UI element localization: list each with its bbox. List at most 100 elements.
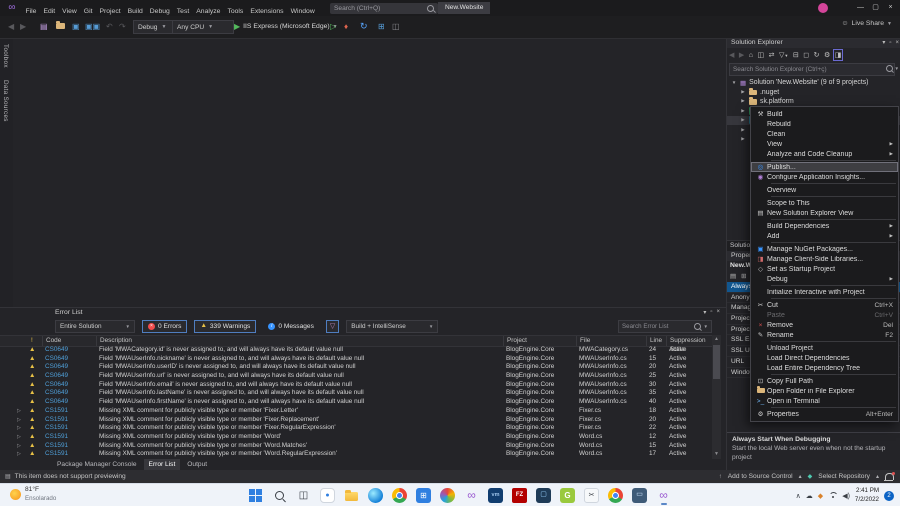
error-row-cs1591-15-word-cs[interactable]: ▷▲CS1591Missing XML comment for publicly… [0,442,712,451]
menu-item-debug[interactable]: Debug▶ [751,274,898,284]
menu-extensions[interactable]: Extensions [247,4,287,16]
menu-git[interactable]: Git [80,4,96,16]
error-row-cs1591-17-word-cs[interactable]: ▷▲CS1591Missing XML comment for publicly… [0,450,712,459]
menu-item-clean[interactable]: Clean [751,129,898,139]
scope-dropdown[interactable]: Entire Solution ▼ [55,320,135,333]
expand-icon[interactable]: ▷ [17,433,25,442]
tree-item-sk-platform[interactable]: ▶sk.platform [727,97,900,106]
error-list-search[interactable]: ▼ [618,320,712,333]
wifi-icon[interactable] [828,492,837,499]
browser-preview-icon[interactable]: ◫ [392,20,400,33]
error-row-cs0649-15-mwauserinfo-cs[interactable]: ▲CS0649Field 'MWAUserInfo.nickname' is n… [0,355,712,364]
expand-icon[interactable]: ▷ [17,450,25,459]
scrollbar-thumb[interactable] [713,345,720,379]
multi-environment-filter-button[interactable]: ▽ [326,320,339,333]
taskbar-icon-filezilla[interactable]: FZ [511,486,528,505]
menu-item-build-dependencies[interactable]: Build Dependencies▶ [751,221,898,231]
new-project-icon[interactable]: ▤ [40,20,48,33]
run-button[interactable]: ▶ IIS Express (Microsoft Edge) ▼ [234,20,338,33]
menu-item-load-direct-dependencies[interactable]: Load Direct Dependencies [751,353,898,363]
menu-project[interactable]: Project [96,4,124,16]
expand-icon[interactable]: ▷ [17,407,25,416]
menu-item-load-entire-dependency-tree[interactable]: Load Entire Dependency Tree [751,363,898,373]
taskbar-icon-chrome[interactable] [391,486,408,505]
alphabetical-icon[interactable]: ⊞ [741,272,746,280]
error-row-cs0649-20-mwauserinfo-cs[interactable]: ▲CS0649Field 'MWAUserInfo.userID' is nev… [0,363,712,372]
error-row-cs1591-12-word-cs[interactable]: ▷▲CS1591Missing XML comment for publicly… [0,433,712,442]
menu-item-open-folder-in-file-explorer[interactable]: Open Folder in File Explorer [751,386,898,396]
start-without-debugging-icon[interactable]: ▷ [330,20,336,33]
select-repository-button[interactable]: Select Repository [818,473,870,480]
taskbar-icon-remote-desktop[interactable]: ▭ [631,486,648,505]
column-header-line[interactable]: Line [646,336,666,346]
menu-item-new-solution-explorer-view[interactable]: ▤New Solution Explorer View [751,208,898,218]
column-header-file[interactable]: File [576,336,646,346]
menu-item-analyze-and-code-cleanup[interactable]: Analyze and Code Cleanup▶ [751,149,898,159]
chevron-down-icon[interactable]: ▼ [704,324,708,329]
pin-icon[interactable]: ▫ [889,38,891,48]
taskbar-icon-file-explorer[interactable] [343,486,360,505]
error-row-cs0649-40-mwauserinfo-cs[interactable]: ▲CS0649Field 'MWAUserInfo.firstName' is … [0,398,712,407]
categorized-icon[interactable]: ▤ [730,272,736,280]
source-filter-dropdown[interactable]: Build + IntelliSense ▼ [346,320,438,333]
error-row-cs0649-25-mwauserinfo-cs[interactable]: ▲CS0649Field 'MWAUserInfo.url' is never … [0,372,712,381]
restart-icon[interactable]: ↻ [360,20,368,33]
weather-widget[interactable]: 81°F Ensolarado [10,486,56,502]
notification-count-badge[interactable]: 2 [884,491,894,501]
menu-item-publish[interactable]: ◎Publish... [751,162,898,172]
preview-selected-items-icon[interactable]: ◨ [835,51,842,59]
dock-tab-output[interactable]: Output [182,459,212,470]
tree-item-solution-new-website-9-of-9-projects[interactable]: ▼▦Solution 'New.Website' (9 of 9 project… [727,78,900,87]
taskbar-icon-visual-studio[interactable]: ∞ [463,486,480,505]
menu-item-add[interactable]: Add▶ [751,231,898,241]
taskbar-icon-photos[interactable] [439,486,456,505]
taskbar-clock[interactable]: 2:41 PM 7/2/2022 [855,487,879,503]
navigate-back-icon[interactable]: ◀ [8,20,14,33]
taskbar-icon-snipping-tool[interactable]: ✂ [583,486,600,505]
refresh-icon[interactable]: ↻ [814,51,820,59]
chevron-right-icon[interactable]: ▶ [740,127,746,133]
solution-explorer-search-input[interactable] [733,66,891,73]
menu-window[interactable]: Window [287,4,318,16]
taskbar-icon-greenshot[interactable]: G [559,486,576,505]
menu-item-overview[interactable]: Overview [751,185,898,195]
taskbar-icon-start[interactable] [247,486,264,505]
filter-icon[interactable]: ▽▼ [779,51,788,59]
error-row-cs0649-30-mwauserinfo-cs[interactable]: ▲CS0649Field 'MWAUserInfo.email' is neve… [0,381,712,390]
error-row-cs0649-35-mwauserinfo-cs[interactable]: ▲CS0649Field 'MWAUserInfo.lastName' is n… [0,389,712,398]
show-all-files-icon[interactable]: ◻ [803,51,809,59]
side-tab-toolbox[interactable]: Toolbox [0,38,12,74]
show-hidden-icons-chevron[interactable]: ∧ [796,492,801,500]
column-header-suppression-state[interactable]: Suppression State [666,336,712,346]
menu-item-manage-nuget-packages[interactable]: ▣Manage NuGet Packages... [751,244,898,254]
menu-item-manage-client-side-libraries[interactable]: ◨Manage Client-Side Libraries... [751,254,898,264]
error-list-search-input[interactable] [622,323,691,330]
onedrive-cloud-icon[interactable]: ☁ [806,492,813,500]
windows-security-icon[interactable]: ◆ [818,492,823,500]
menu-item-copy-full-path[interactable]: ⊡Copy Full Path [751,376,898,386]
menu-item-configure-application-insights[interactable]: ◉Configure Application Insights... [751,172,898,182]
chevron-right-icon[interactable]: ▶ [740,98,746,104]
switch-views-icon[interactable]: ◫ [758,51,765,59]
menu-item-set-as-startup-project[interactable]: ◇Set as Startup Project [751,264,898,274]
menu-item-scope-to-this[interactable]: Scope to This [751,198,898,208]
taskbar-icon-visual-studio-2[interactable]: ∞ [655,486,672,505]
column-header-code[interactable]: Code [42,336,96,346]
column-header-project[interactable]: Project [503,336,576,346]
chevron-right-icon[interactable]: ▶ [740,117,746,123]
taskbar-icon-task-view[interactable]: ◫ [295,486,312,505]
sync-icon[interactable]: ⇄ [769,51,775,59]
menu-debug[interactable]: Debug [146,4,173,16]
menu-item-build[interactable]: ⚒Build [751,109,898,119]
menu-item-remove[interactable]: ×RemoveDel [751,320,898,330]
find-in-files-icon[interactable]: ⊞ [378,20,385,33]
expand-icon[interactable]: ▷ [17,442,25,451]
chevron-up-icon[interactable]: ▴ [799,473,802,480]
hot-reload-icon[interactable]: ♦ [344,20,348,33]
warnings-filter-button[interactable]: ▲ 339 Warnings [194,320,256,333]
pin-icon[interactable]: ▫ [710,309,712,316]
navigate-forward-icon[interactable]: ▶ [20,20,26,33]
forward-icon[interactable]: ▶ [739,51,744,59]
error-row-cs1591-22-fixer-cs[interactable]: ▷▲CS1591Missing XML comment for publicly… [0,424,712,433]
expand-icon[interactable]: ▷ [17,416,25,425]
